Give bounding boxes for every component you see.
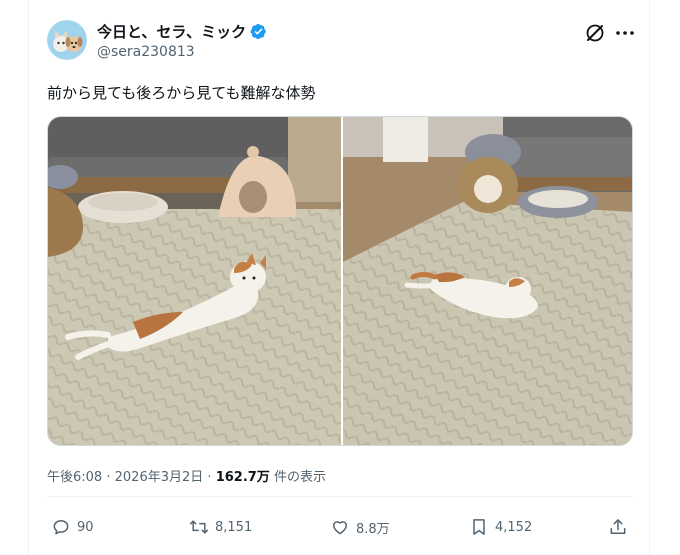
- cat-dog-avatar-icon: [47, 20, 87, 60]
- retweet-icon: [189, 520, 209, 534]
- divider: [47, 496, 633, 497]
- bookmark-icon: [473, 519, 485, 535]
- view-count-label: 件の表示: [273, 470, 326, 485]
- post-date[interactable]: 2026年3月2日: [115, 470, 204, 485]
- reply-count: 90: [77, 519, 94, 535]
- bookmark-count: 4,152: [495, 519, 533, 535]
- author-handle[interactable]: @sera230813: [97, 44, 195, 60]
- author-name-row[interactable]: 今日と、セラ、ミック: [97, 21, 267, 42]
- left-border: [28, 0, 29, 555]
- heart-icon: [333, 521, 347, 535]
- meta-separator: ·: [106, 470, 111, 485]
- cat-lying-front-view-photo[interactable]: [48, 117, 341, 445]
- share-button[interactable]: [608, 517, 628, 537]
- reply-button[interactable]: 90: [51, 517, 94, 537]
- retweet-button[interactable]: 8,151: [189, 517, 252, 537]
- more-dots-icon: [616, 31, 634, 35]
- photo-front-image: [48, 117, 341, 445]
- right-border: [649, 0, 650, 555]
- verified-badge-icon: [250, 24, 266, 40]
- display-name[interactable]: 今日と、セラ、ミック: [97, 21, 246, 42]
- view-count: 162.7万: [215, 470, 270, 485]
- share-icon: [610, 519, 626, 534]
- grok-slash-icon: [586, 24, 604, 42]
- grok-button[interactable]: [584, 22, 606, 44]
- like-count: 8.8万: [356, 521, 390, 537]
- tweet-card: 今日と、セラ、ミック @sera230813 前から見ても後ろから見ても難解な体…: [0, 0, 680, 555]
- bookmark-button[interactable]: 4,152: [469, 517, 532, 537]
- media-grid: [47, 116, 633, 446]
- more-options-button[interactable]: [614, 22, 636, 44]
- photo-back-image: [343, 117, 632, 445]
- meta-separator: ·: [207, 470, 212, 485]
- cat-lying-back-view-photo[interactable]: [343, 117, 632, 445]
- post-time[interactable]: 午後6:08: [47, 470, 102, 485]
- like-button[interactable]: 8.8万: [330, 517, 390, 537]
- retweet-count: 8,151: [215, 519, 253, 535]
- tweet-meta: 午後6:08 · 2026年3月2日 · 162.7万 件の表示: [47, 466, 326, 485]
- avatar[interactable]: [47, 20, 87, 60]
- tweet-text: 前から見ても後ろから見ても難解な体勢: [47, 84, 316, 102]
- reply-icon: [53, 520, 69, 535]
